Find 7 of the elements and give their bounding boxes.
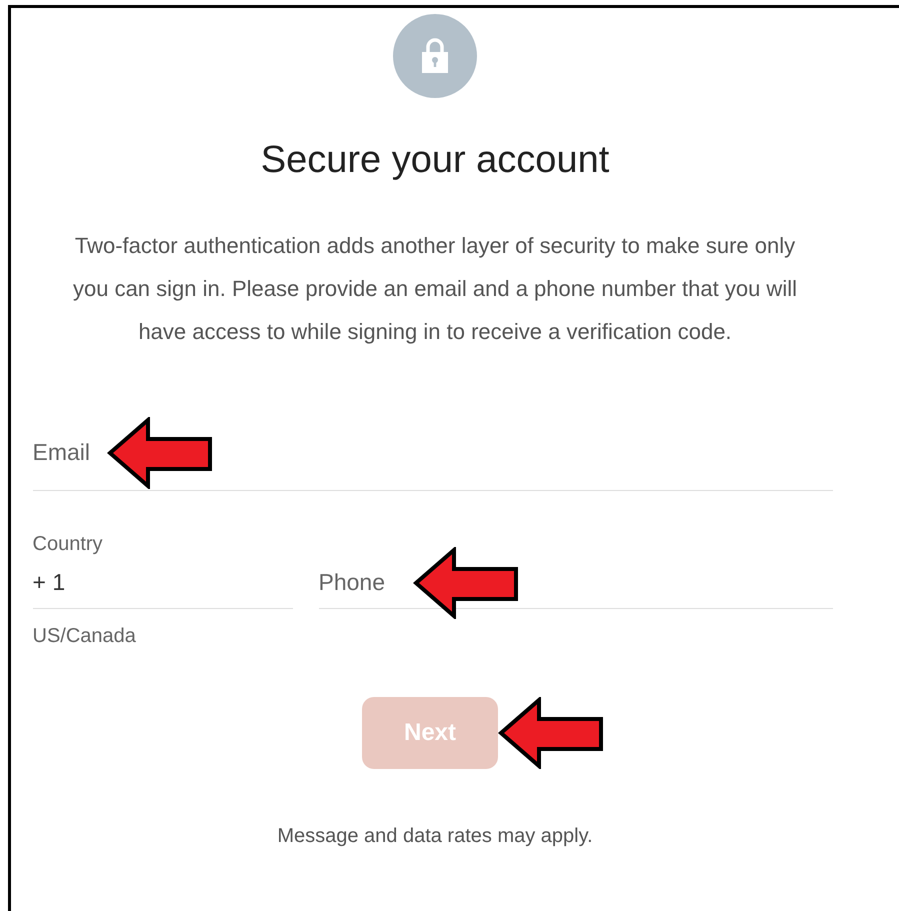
description-text: Two-factor authentication adds another layer of security to make sure only you can sign in. Please provide an email and a phone number that you will have access to while signing in to receive a verification code. (72, 232, 798, 346)
page-title: Secure your account (260, 138, 610, 183)
country-field[interactable]: + 1 (32, 557, 292, 609)
footnote-text: Message and data rates may apply. (277, 824, 593, 849)
country-label: Country (32, 532, 103, 557)
country-hint: US/Canada (32, 624, 136, 649)
lock-icon (420, 38, 450, 74)
